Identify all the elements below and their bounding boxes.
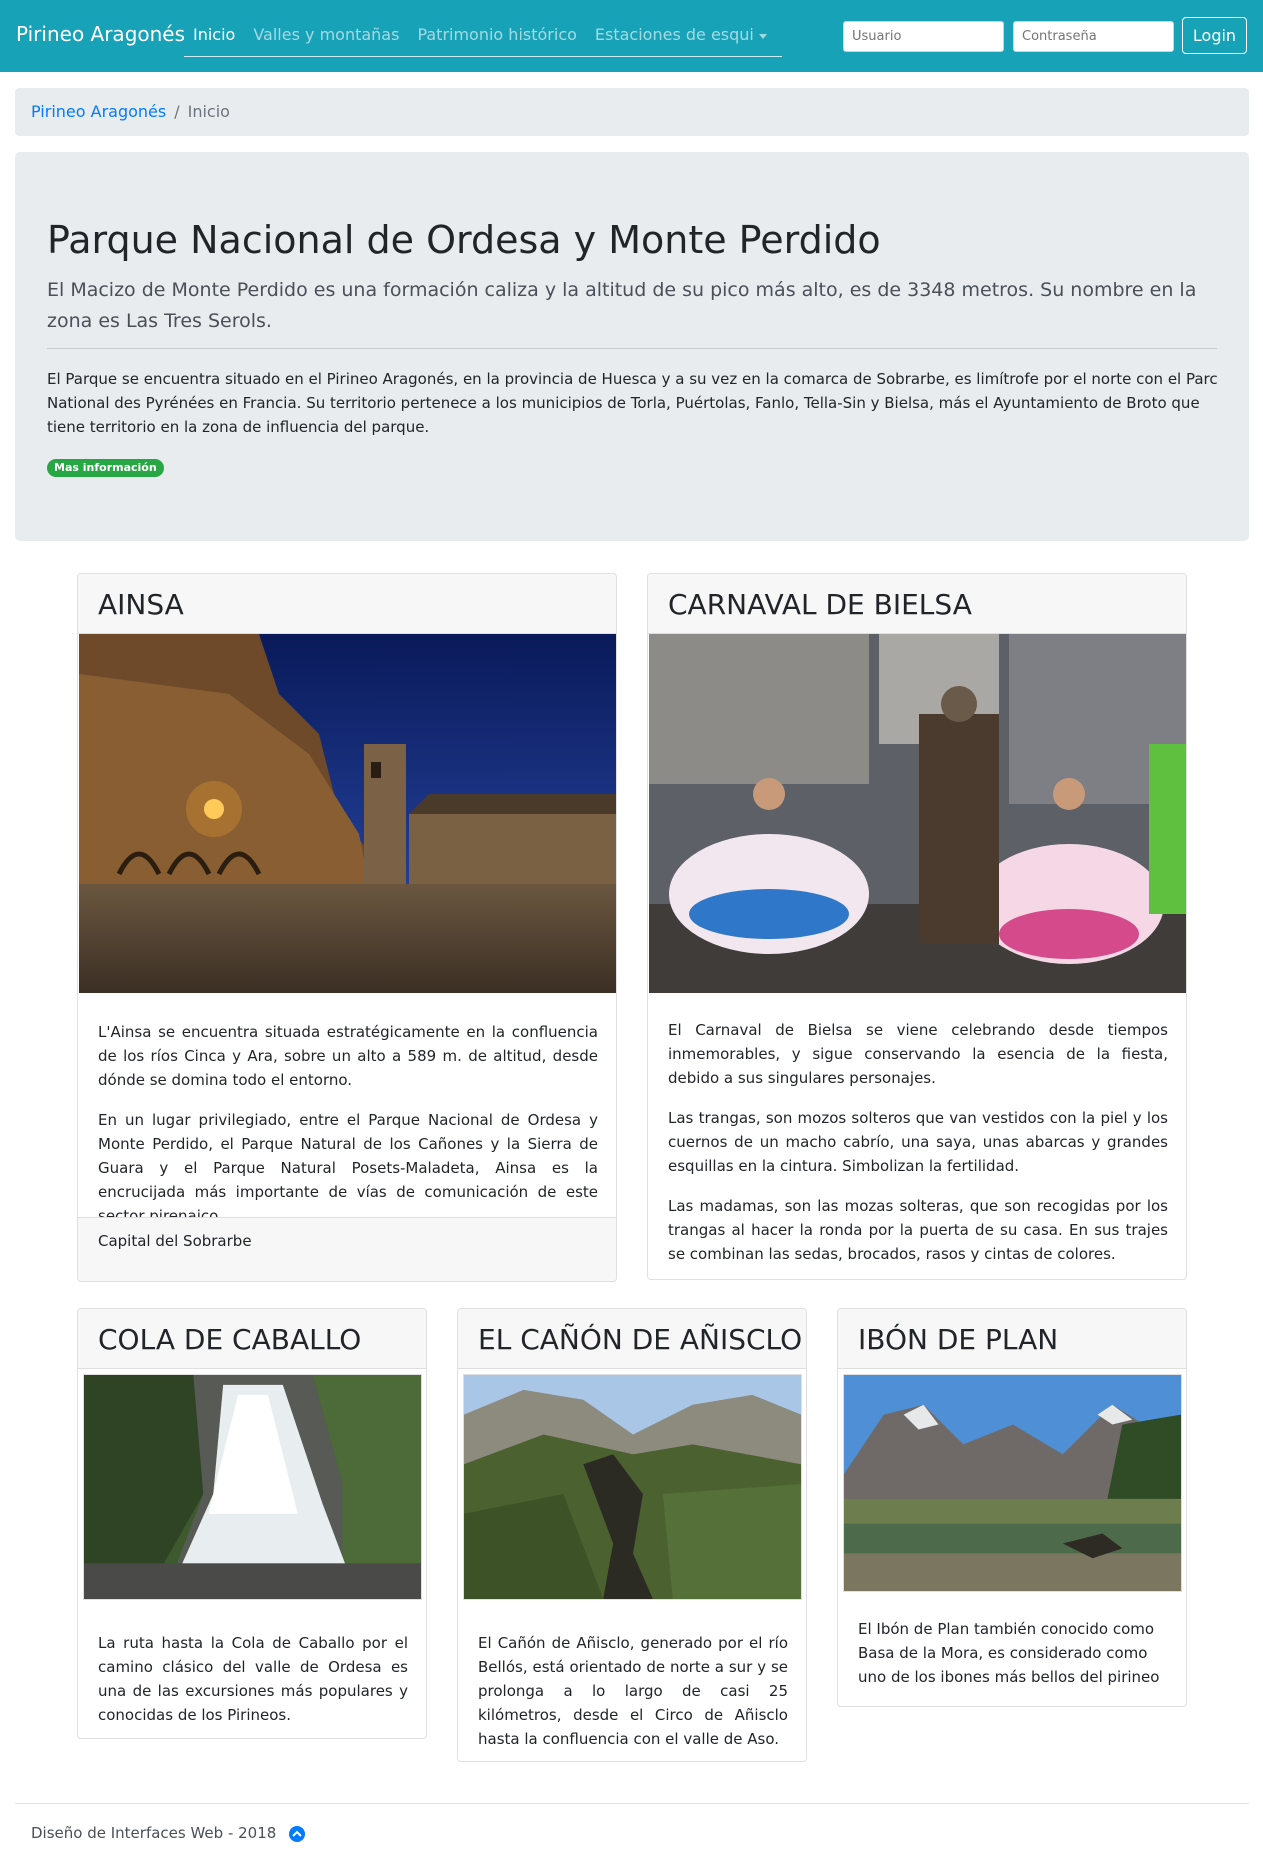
card-footer: Capital del Sobrarbe <box>78 1217 616 1281</box>
breadcrumb-current: Inicio <box>187 102 230 121</box>
card-paragraph: Las madamas, son las mozas solteras, que… <box>668 1197 1168 1263</box>
footer-divider <box>15 1803 1249 1804</box>
nav-links: Inicio Valles y montañas Patrimonio hist… <box>184 21 782 57</box>
waterfall-photo <box>83 1374 422 1600</box>
card-paragraph: El Carnaval de Bielsa se viene celebrand… <box>668 1021 1168 1087</box>
canyon-photo <box>463 1374 802 1600</box>
brand-link[interactable]: Pirineo Aragonés <box>16 22 185 46</box>
username-input[interactable] <box>843 21 1004 52</box>
card-paragraph: Las trangas, son mozos solteros que van … <box>668 1109 1168 1175</box>
card-body: El Ibón de Plan también conocido como Ba… <box>858 1617 1168 1705</box>
more-info-badge[interactable]: Mas información <box>47 459 164 477</box>
lake-photo <box>843 1374 1182 1592</box>
hero-lead: El Macizo de Monte Perdido es una formac… <box>47 279 1197 332</box>
caret-down-icon <box>758 34 767 39</box>
card-paragraph: La ruta hasta la Cola de Caballo por el … <box>98 1634 408 1724</box>
footer-text: Diseño de Interfaces Web - 2018 <box>31 1824 277 1842</box>
login-button[interactable]: Login <box>1182 17 1247 54</box>
card-paragraph: El Ibón de Plan también conocido como Ba… <box>858 1620 1160 1686</box>
nav-link-inicio[interactable]: Inicio <box>184 21 244 56</box>
hero-title: Parque Nacional de Ordesa y Monte Perdid… <box>47 218 881 262</box>
breadcrumb: Pirineo Aragonés / Inicio <box>15 88 1249 136</box>
breadcrumb-home[interactable]: Pirineo Aragonés <box>31 102 166 121</box>
nav-link-valles[interactable]: Valles y montañas <box>244 21 408 56</box>
hero-text: El Parque se encuentra situado en el Pir… <box>47 370 1218 436</box>
card-body: El Cañón de Añisclo, generado por el río… <box>478 1631 788 1761</box>
card-canon-de-aniscle: EL CAÑÓN DE AÑISCLO El Cañón de Añisclo,… <box>457 1308 807 1762</box>
hero-jumbotron <box>15 152 1249 541</box>
hero-divider <box>47 348 1217 349</box>
card-cola-de-caballo: COLA DE CABALLO La ruta hasta la Cola de… <box>77 1308 427 1739</box>
card-paragraph: L'Ainsa se encuentra situada estratégica… <box>98 1023 598 1089</box>
card-ainsa: AINSA L'Ainsa se encuentra situada estra… <box>77 573 617 1282</box>
password-input[interactable] <box>1013 21 1174 52</box>
nav-link-patrimonio[interactable]: Patrimonio histórico <box>408 21 585 56</box>
ainsa-photo <box>79 634 616 993</box>
card-header: CARNAVAL DE BIELSA <box>648 574 1186 634</box>
breadcrumb-separator: / <box>174 102 180 121</box>
card-bielsa: CARNAVAL DE BIELSA El Carnaval de Bielsa… <box>647 573 1187 1280</box>
back-to-top-icon[interactable] <box>289 1826 305 1842</box>
card-header: COLA DE CABALLO <box>78 1309 426 1369</box>
card-body: El Carnaval de Bielsa se viene celebrand… <box>668 1018 1168 1279</box>
card-paragraph: El Cañón de Añisclo, generado por el río… <box>478 1634 788 1748</box>
card-header: IBÓN DE PLAN <box>838 1309 1186 1369</box>
card-ibon-de-plan: IBÓN DE PLAN El Ibón de Plan también con… <box>837 1308 1187 1707</box>
nav-link-estaciones-label: Estaciones de esqui <box>594 25 754 44</box>
card-body: L'Ainsa se encuentra situada estratégica… <box>98 1020 598 1244</box>
nav-link-estaciones[interactable]: Estaciones de esqui <box>586 21 776 56</box>
card-header: AINSA <box>78 574 616 634</box>
card-header: EL CAÑÓN DE AÑISCLO <box>458 1309 806 1369</box>
navbar: Pirineo Aragonés Inicio Valles y montaña… <box>0 0 1263 72</box>
carnaval-photo <box>649 634 1186 993</box>
card-body: La ruta hasta la Cola de Caballo por el … <box>98 1631 408 1738</box>
card-paragraph: En un lugar privilegiado, entre el Parqu… <box>98 1111 598 1225</box>
